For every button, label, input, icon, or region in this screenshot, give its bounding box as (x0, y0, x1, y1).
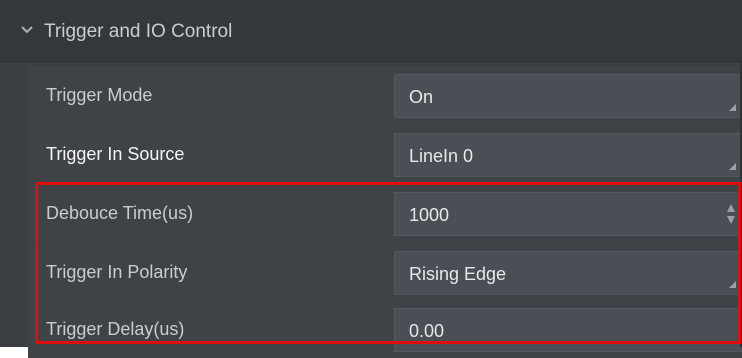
property-row-trigger-mode: Trigger Mode On (28, 66, 742, 124)
dropdown-corner-icon (729, 104, 736, 111)
section-header-trigger-io[interactable]: Trigger and IO Control (0, 0, 742, 62)
trigger-mode-dropdown[interactable]: On (394, 74, 742, 118)
property-row-debounce-time: Debouce Time(us) 1000 (28, 184, 742, 242)
section-title: Trigger and IO Control (44, 21, 233, 42)
property-label: Trigger Mode (46, 85, 153, 105)
property-label: Trigger In Source (46, 144, 185, 164)
property-value: 0.00 (409, 321, 445, 341)
property-label: Trigger In Polarity (46, 262, 188, 282)
debounce-time-spinner[interactable]: 1000 (394, 192, 742, 236)
trigger-in-source-dropdown[interactable]: LineIn 0 (394, 133, 742, 177)
chevron-down-icon[interactable] (20, 23, 34, 37)
property-label: Debouce Time(us) (46, 203, 194, 223)
dropdown-corner-icon (729, 163, 736, 170)
property-row-trigger-in-polarity: Trigger In Polarity Rising Edge (28, 243, 742, 301)
property-value: On (409, 87, 434, 107)
dropdown-corner-icon (729, 281, 736, 288)
property-label: Trigger Delay(us) (46, 319, 185, 339)
property-row-trigger-delay: Trigger Delay(us) 0.00 (28, 300, 742, 358)
trigger-in-polarity-dropdown[interactable]: Rising Edge (394, 251, 742, 295)
property-value: Rising Edge (409, 264, 507, 284)
property-value: LineIn 0 (409, 146, 474, 166)
property-row-trigger-in-source: Trigger In Source LineIn 0 (28, 125, 742, 183)
property-value: 1000 (409, 205, 450, 225)
spinner-arrows-icon[interactable] (726, 203, 736, 225)
properties-panel: Trigger and IO Control Trigger Mode On T… (0, 0, 742, 358)
trigger-delay-input[interactable]: 0.00 (394, 308, 742, 352)
